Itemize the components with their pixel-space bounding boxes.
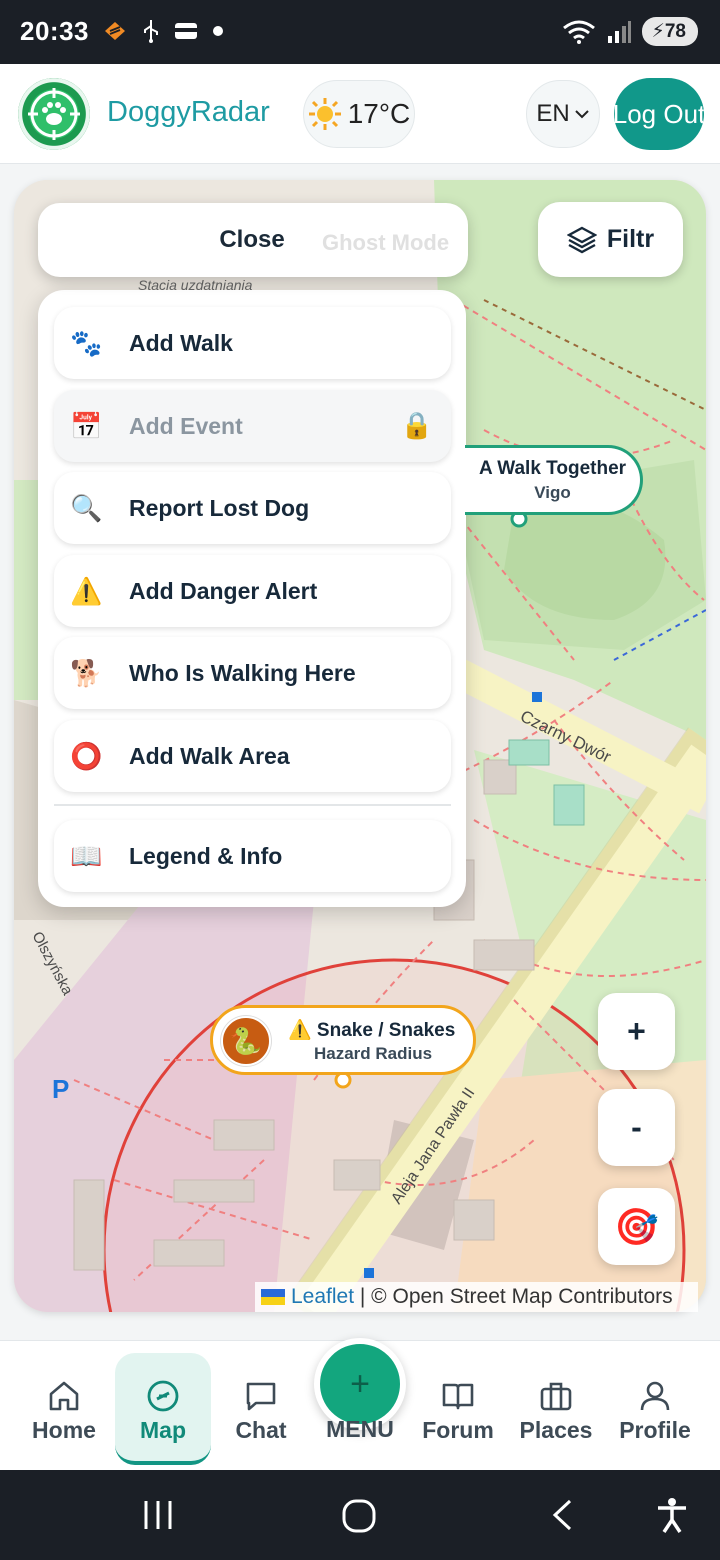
zoom-in-button[interactable]: +	[598, 993, 675, 1070]
system-navigation-bar	[0, 1470, 720, 1560]
map-attribution: Leaflet | © Open Street Map Contributors	[255, 1282, 698, 1312]
chat-icon	[246, 1382, 276, 1411]
walk-marker-subtitle: Vigo	[534, 483, 571, 502]
walk-marker-tooltip[interactable]: A Walk Together Vigo	[465, 445, 643, 515]
filter-button[interactable]: Filtr	[538, 202, 683, 277]
layers-icon	[566, 226, 597, 253]
wifi-icon	[562, 20, 595, 44]
nav-places[interactable]: Places	[508, 1353, 604, 1465]
wallet-icon	[175, 23, 197, 39]
nav-profile[interactable]: Profile	[607, 1353, 703, 1465]
book-icon: 📖	[70, 840, 103, 871]
legend-info-button[interactable]: 📖 Legend & Info	[54, 820, 451, 892]
report-lost-dog-button[interactable]: 🔍 Report Lost Dog	[54, 472, 451, 544]
book-icon	[442, 1383, 474, 1410]
paw-icon: 🐾	[70, 327, 103, 358]
hazard-title: ⚠️ Snake / Snakes	[288, 1020, 456, 1041]
home-icon	[49, 1381, 79, 1411]
add-walk-area-button[interactable]: ⭕ Add Walk Area	[54, 720, 451, 792]
menu-item-label: Add Danger Alert	[129, 577, 318, 604]
nav-label: Map	[140, 1417, 186, 1443]
temperature-value: 17°C	[347, 98, 411, 129]
leaflet-link[interactable]: Leaflet	[291, 1285, 354, 1309]
parking-icon: P	[52, 1074, 69, 1104]
briefcase-icon	[540, 1382, 572, 1411]
warning-icon: ⚠️	[70, 575, 103, 606]
usb-icon	[144, 20, 158, 43]
home-system-icon[interactable]	[340, 1497, 378, 1535]
lock-icon: 🔒	[400, 410, 433, 440]
logout-button[interactable]: Log Out	[614, 78, 704, 150]
nav-chat[interactable]: Chat	[213, 1353, 309, 1465]
back-icon[interactable]	[548, 1498, 576, 1532]
hazard-marker-tooltip[interactable]: 🐍 ⚠️ Snake / Snakes Hazard Radius	[210, 1005, 476, 1075]
menu-divider	[54, 804, 451, 806]
ukraine-flag-icon	[261, 1289, 285, 1305]
close-menu-button[interactable]: Close	[38, 203, 468, 277]
language-selector[interactable]: EN	[526, 80, 600, 148]
nav-label: Home	[32, 1417, 96, 1443]
search-icon: 🔍	[70, 492, 103, 523]
zoom-out-button[interactable]: -	[598, 1089, 675, 1166]
walk-marker-title: A Walk Together	[478, 458, 627, 479]
nav-forum[interactable]: Forum	[410, 1353, 506, 1465]
heart-badge-icon	[105, 22, 125, 40]
app-title[interactable]: DoggyRadar	[107, 96, 270, 129]
menu-item-label: Add Event	[129, 412, 243, 439]
menu-label[interactable]: MENU	[318, 1416, 402, 1443]
recent-apps-icon[interactable]	[140, 1498, 176, 1532]
menu-item-label: Add Walk Area	[129, 742, 290, 769]
menu-item-label: Report Lost Dog	[129, 494, 310, 521]
add-danger-alert-button[interactable]: ⚠️ Add Danger Alert	[54, 555, 451, 627]
add-walk-button[interactable]: 🐾 Add Walk	[54, 307, 451, 379]
compass-icon	[147, 1380, 179, 1412]
circle-icon: ⭕	[70, 740, 103, 771]
accessibility-icon[interactable]	[654, 1496, 690, 1534]
status-time: 20:33	[20, 16, 89, 46]
dot-icon	[213, 26, 223, 36]
paw-logo-icon[interactable]	[18, 78, 90, 150]
snake-icon: 🐍	[221, 1016, 271, 1066]
nav-map[interactable]: Map	[115, 1353, 211, 1465]
hazard-subtitle: Hazard Radius	[314, 1044, 433, 1063]
filter-label: Filtr	[606, 225, 655, 253]
calendar-icon: 📅	[70, 410, 103, 441]
close-bar: Ghost Mode Close	[38, 203, 468, 277]
add-event-button[interactable]: 📅 Add Event 🔒	[54, 390, 451, 462]
battery-icon: ⚡78	[641, 17, 698, 46]
chevron-down-icon	[574, 110, 589, 119]
nav-label: Forum	[422, 1417, 494, 1443]
status-bar: 20:33 ⚡78	[0, 0, 720, 64]
dog-icon: 🐕	[70, 657, 103, 688]
person-icon	[640, 1381, 670, 1411]
menu-item-label: Legend & Info	[129, 842, 283, 869]
who-is-walking-button[interactable]: 🐕 Who Is Walking Here	[54, 637, 451, 709]
nav-label: Places	[519, 1417, 593, 1443]
nav-label: Profile	[619, 1417, 691, 1443]
language-value: EN	[536, 100, 570, 127]
sun-icon	[308, 98, 341, 130]
menu-item-label: Who Is Walking Here	[129, 659, 356, 686]
weather-widget[interactable]: 17°C	[303, 80, 415, 148]
nav-label: Chat	[235, 1417, 287, 1443]
signal-icon	[607, 20, 631, 43]
locate-target-icon[interactable]: 🎯	[598, 1188, 675, 1265]
menu-item-label: Add Walk	[129, 329, 233, 356]
app-header: DoggyRadar 17°C EN Log Out	[0, 64, 720, 164]
nav-home[interactable]: Home	[16, 1353, 112, 1465]
attribution-text: | © Open Street Map Contributors	[354, 1285, 673, 1308]
